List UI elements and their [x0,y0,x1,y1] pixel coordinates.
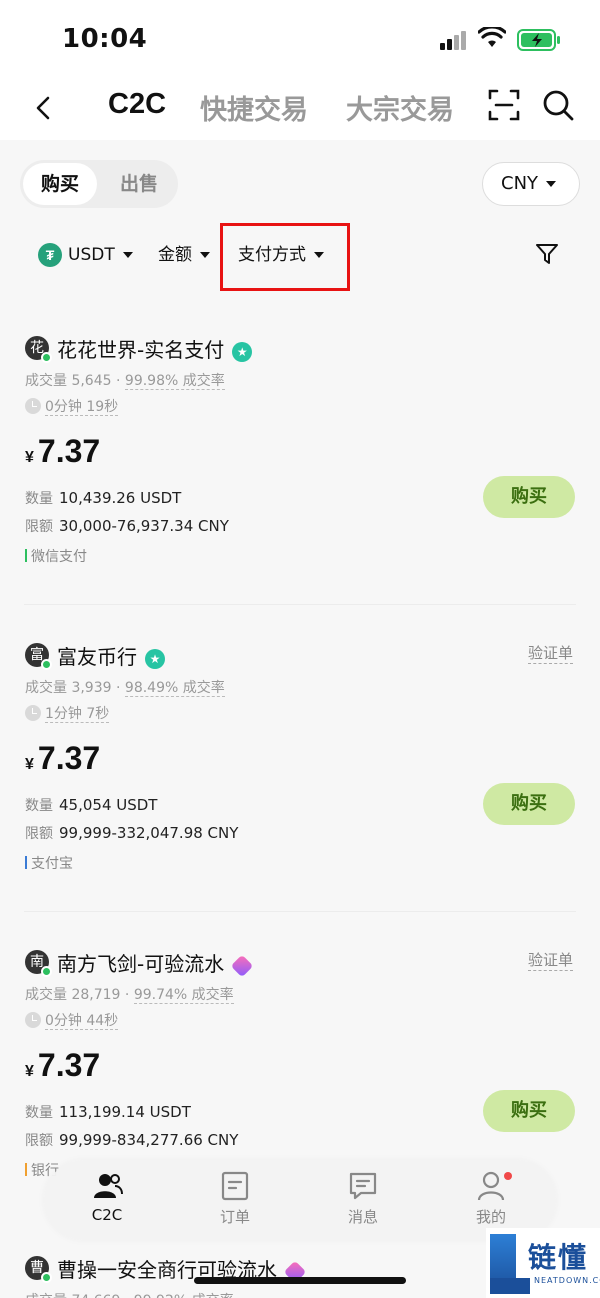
scan-icon[interactable] [487,88,521,122]
sell-tab[interactable]: 出售 [102,163,176,205]
funnel-filter-icon[interactable] [534,241,560,267]
divider [24,911,576,912]
merchant-name[interactable]: 花花世界-实名支付 [57,334,253,363]
nav-label: 订单 [219,1208,250,1226]
merchant-name[interactable]: 富友币行 [57,641,165,670]
status-bar: 10:04 [0,0,600,80]
c2c-content: 购买 出售 CNY ₮USDT 金额 支付方式 花 花花世界-实名支付 成交量 [0,140,600,1298]
payment-method: 微信支付 [25,546,87,566]
verified-star-icon [232,341,253,362]
nav-label: 消息 [347,1208,378,1226]
search-icon[interactable] [540,87,576,123]
clock-icon [25,1012,41,1028]
wifi-icon [478,27,506,47]
clock-icon [25,398,41,414]
currency-label: CNY [501,173,539,194]
watermark-title: 链懂 [528,1241,589,1274]
merchant-stats: 成交量 3,939 · 98.49% 成交率 [25,680,225,697]
home-indicator [194,1277,406,1284]
quantity: 数量 45,054 USDT [25,796,158,814]
amount-filter[interactable]: 金额 [158,239,210,271]
logo-mark [490,1278,530,1294]
people-icon [94,1174,123,1198]
buy-sell-toggle: 购买 出售 [20,160,178,208]
tab-bulk-trade[interactable]: 大宗交易 [346,88,454,127]
merchant-stats: 成交量 74,669 · 99.92% 成交率 [25,1290,234,1298]
tether-icon: ₮ [38,243,62,267]
notification-dot [504,1172,512,1180]
screen: 10:04 C2C 快捷交易 大宗交易 购买 出售 CNY ₮ USDT 金额 … [0,0,600,1298]
price: ¥7.37 [25,1047,101,1083]
order-icon [221,1171,249,1201]
merchant-listing: 富 富友币行 验证单 成交量 3,939 · 98.49% 成交率 1分钟 7秒… [0,637,600,937]
price: ¥7.37 [25,433,101,469]
tab-c2c[interactable]: C2C [108,88,166,121]
watermark-logo: 链懂 NEATDOWN.COM [486,1228,600,1298]
caret-down-icon [546,181,557,187]
release-time: 0分钟 19秒 [25,398,119,416]
signal-icon [440,30,466,50]
top-nav: C2C 快捷交易 大宗交易 [0,80,600,140]
online-dot [41,352,52,363]
release-time: 1分钟 7秒 [25,705,110,723]
tab-quick-trade[interactable]: 快捷交易 [200,88,308,127]
highlight-box [220,223,350,291]
divider [24,604,576,605]
buy-tab[interactable]: 购买 [23,163,97,205]
battery-icon [517,29,560,51]
nav-c2c[interactable]: C2C [62,1170,152,1224]
watermark-sub: NEATDOWN.COM [534,1276,600,1285]
limit: 限额 30,000-76,937.34 CNY [25,517,229,535]
verification-tag[interactable]: 验证单 [528,643,574,664]
buy-button[interactable]: 购买 [483,1090,575,1132]
online-dot [41,659,52,670]
nav-label: C2C [91,1206,123,1224]
currency-selector[interactable]: CNY [482,162,580,206]
online-dot [41,1272,52,1283]
status-time: 10:04 [62,24,148,54]
coin-filter[interactable]: ₮ USDT [38,239,133,271]
user-icon [477,1171,505,1201]
back-arrow-icon[interactable] [30,90,60,126]
avatar: 富 [25,643,52,670]
diamond-badge-icon [230,954,254,977]
quantity: 数量 10,439.26 USDT [25,489,182,507]
caret-down-icon [122,252,133,258]
quantity: 数量 113,199.14 USDT [25,1103,191,1121]
avatar: 曹 [25,1256,52,1283]
verification-tag[interactable]: 验证单 [528,950,574,971]
payment-method: 支付宝 [25,853,73,873]
merchant-listing: 花 花花世界-实名支付 成交量 5,645 · 99.98% 成交率 0分钟 1… [0,330,600,630]
merchant-name[interactable]: 南方飞剑-可验流水 [57,948,254,977]
bottom-nav: C2C 订单 消息 我的 [44,1160,556,1240]
release-time: 0分钟 44秒 [25,1012,119,1030]
buy-button[interactable]: 购买 [483,476,575,518]
coin-label: USDT [68,245,115,265]
limit: 限额 99,999-332,047.98 CNY [25,824,239,842]
nav-profile[interactable]: 我的 [446,1170,536,1227]
nav-messages[interactable]: 消息 [318,1170,408,1227]
online-dot [41,966,52,977]
amount-label: 金额 [158,245,192,265]
merchant-stats: 成交量 5,645 · 99.98% 成交率 [25,373,225,390]
price: ¥7.37 [25,740,101,776]
caret-down-icon [200,252,210,258]
message-icon [349,1172,377,1200]
verified-star-icon [145,648,165,669]
limit: 限额 99,999-834,277.66 CNY [25,1131,239,1149]
nav-label: 我的 [475,1208,506,1226]
avatar: 南 [25,950,52,977]
buy-button[interactable]: 购买 [483,783,575,825]
avatar: 花 [25,336,52,363]
clock-icon [25,705,41,721]
merchant-stats: 成交量 28,719 · 99.74% 成交率 [25,987,234,1004]
nav-orders[interactable]: 订单 [190,1170,280,1227]
